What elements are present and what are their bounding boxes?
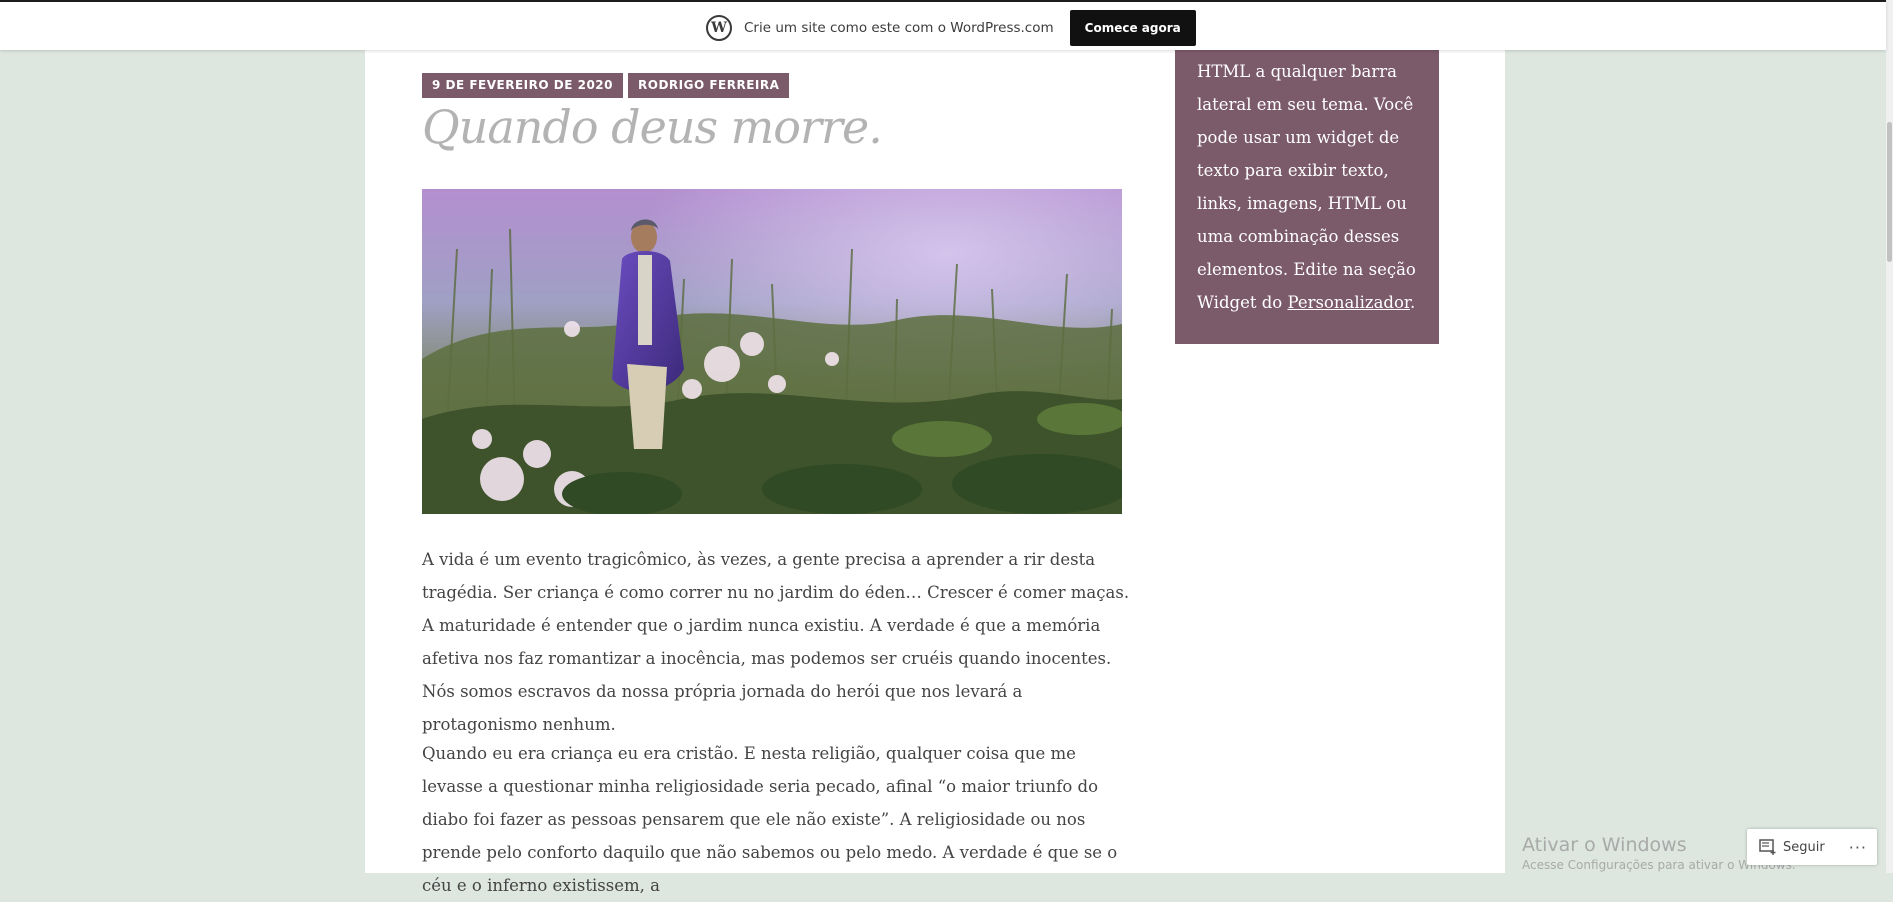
follow-button[interactable]: Seguir	[1747, 829, 1833, 865]
wordpress-promo-bar: W Crie um site como este com o WordPress…	[0, 0, 1886, 50]
scrollbar-thumb[interactable]	[1887, 122, 1892, 262]
follow-label: Seguir	[1783, 839, 1825, 855]
post-date-link[interactable]: 9 DE FEVEREIRO DE 2020	[422, 73, 623, 98]
widget-text-end: .	[1410, 293, 1416, 312]
customizer-link[interactable]: Personalizador	[1287, 293, 1410, 312]
post-paragraph-2: Quando eu era criança eu era cristão. E …	[422, 744, 1118, 895]
post-meta: 9 DE FEVEREIRO DE 2020 RODRIGO FERREIRA	[422, 73, 794, 98]
post-paragraph-1: A vida é um evento tragicômico, às vezes…	[422, 550, 1130, 734]
reader-follow-icon	[1759, 839, 1776, 855]
featured-image-illustration	[422, 189, 1122, 514]
featured-image	[422, 189, 1122, 514]
sidebar-text-widget: HTML a qualquer barra lateral em seu tem…	[1175, 50, 1439, 344]
post-title[interactable]: Quando deus morre.	[422, 100, 883, 154]
wordpress-logo-icon[interactable]: W	[706, 15, 732, 41]
follow-bar: Seguir ···	[1747, 829, 1877, 865]
promo-bar-content: W Crie um site como este com o WordPress…	[706, 10, 1196, 46]
more-options-icon[interactable]: ···	[1839, 838, 1877, 857]
promo-text: Crie um site como este com o WordPress.c…	[744, 20, 1054, 36]
post-author-link[interactable]: RODRIGO FERREIRA	[628, 73, 790, 98]
start-now-button[interactable]: Comece agora	[1069, 10, 1196, 46]
widget-text: HTML a qualquer barra lateral em seu tem…	[1197, 62, 1416, 312]
